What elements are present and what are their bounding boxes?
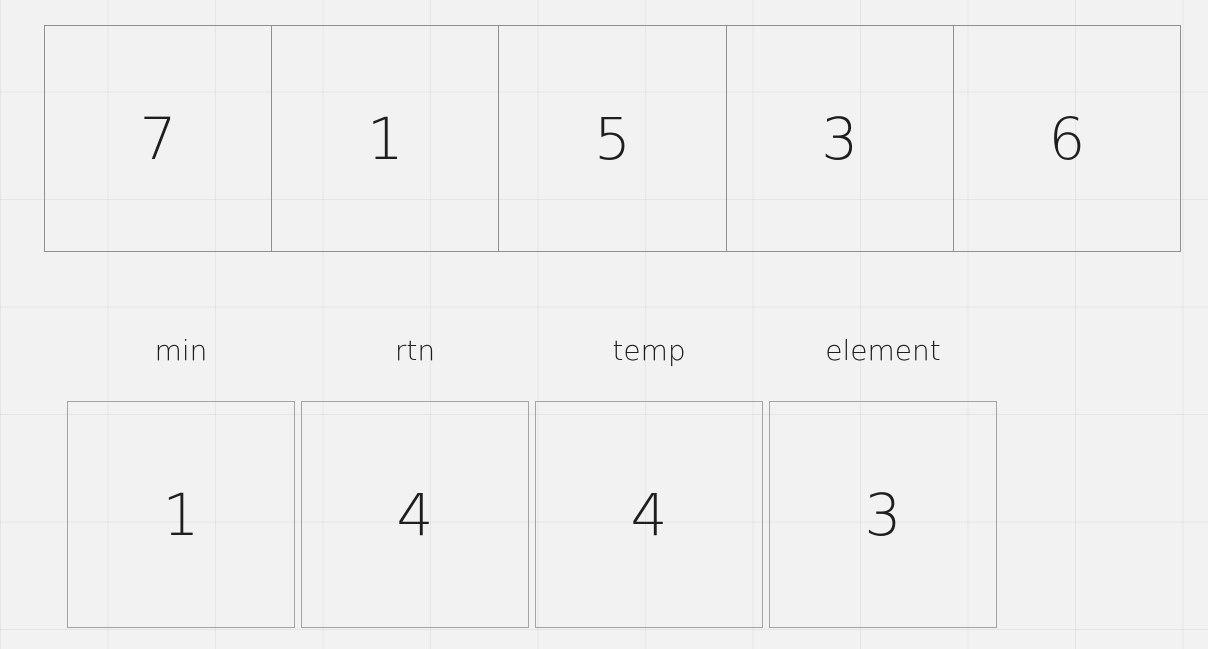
array-row: 7 1 5 3 6 xyxy=(44,25,1181,252)
variable-label-rtn: rtn xyxy=(394,334,436,367)
variable-box-min: 1 xyxy=(67,401,295,628)
variable-label-temp: temp xyxy=(612,334,686,367)
variable-label-min: min xyxy=(154,334,208,367)
array-cell: 1 xyxy=(272,26,500,251)
variable-box-rtn: 4 xyxy=(301,401,529,628)
array-cell: 7 xyxy=(45,26,273,251)
array-cell: 3 xyxy=(727,26,954,251)
variable-label-element: element xyxy=(825,334,941,367)
variable-box-temp: 4 xyxy=(535,401,763,628)
variable-box-element: 3 xyxy=(769,401,997,628)
array-cell: 6 xyxy=(1048,104,1086,173)
array-cell: 5 xyxy=(499,26,727,251)
